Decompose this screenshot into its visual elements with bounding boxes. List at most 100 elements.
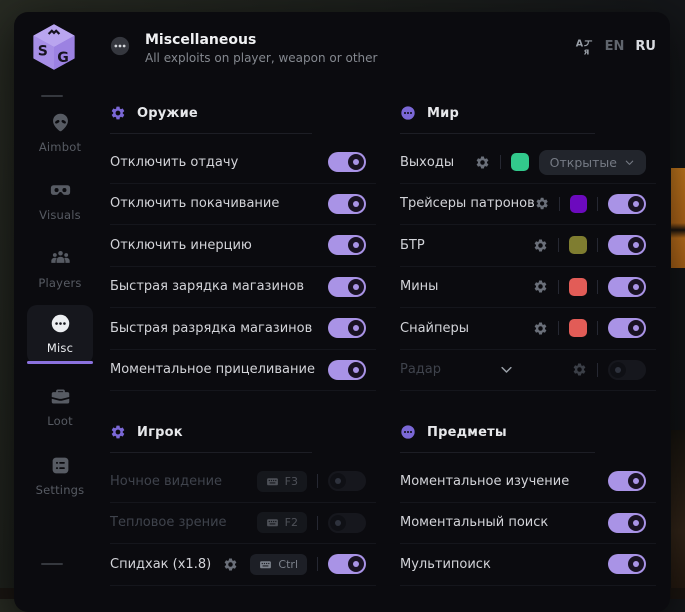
toggle[interactable]: [328, 471, 366, 491]
row-label: Снайперы: [400, 321, 469, 336]
gear-icon[interactable]: [533, 238, 548, 253]
setting-row: Выходы Открытые: [400, 142, 656, 184]
dots-icon: [400, 424, 416, 440]
gear-icon: [110, 105, 126, 121]
gear-icon[interactable]: [535, 196, 549, 211]
toggle[interactable]: [328, 235, 366, 255]
color-swatch[interactable]: [569, 319, 587, 337]
toggle[interactable]: [608, 194, 646, 214]
gear-icon: [110, 424, 126, 440]
toggle[interactable]: [608, 554, 646, 574]
toggle[interactable]: [608, 277, 646, 297]
sidebar-item-aimbot[interactable]: Aimbot: [27, 104, 93, 163]
divider: [597, 280, 598, 294]
toggle[interactable]: [328, 318, 366, 338]
sidebar-item-visuals[interactable]: Visuals: [27, 172, 93, 231]
divider: [597, 238, 598, 252]
gear-icon[interactable]: [223, 557, 238, 572]
row-label: Выходы: [400, 155, 454, 170]
toggle[interactable]: [608, 513, 646, 533]
toggle-row: Моментальный поиск: [400, 503, 656, 545]
section-world: Мир Выходы Открытые Трейсеры патронов БТ…: [400, 98, 656, 391]
toggle-row: Радар: [400, 350, 656, 392]
lang-en-button[interactable]: EN: [605, 39, 625, 54]
section-title: Оружие: [137, 106, 198, 121]
ellipsis-icon: [109, 35, 131, 57]
toggle[interactable]: [328, 152, 366, 172]
toggle[interactable]: [328, 554, 366, 574]
keyboard-icon: [266, 475, 279, 488]
toggle[interactable]: [608, 471, 646, 491]
divider: [400, 452, 595, 453]
hotkey-badge[interactable]: F2: [257, 512, 307, 533]
toggle[interactable]: [328, 277, 366, 297]
row-label: Моментальное прицеливание: [110, 362, 315, 377]
row-label: Радар: [400, 362, 441, 377]
gear-icon[interactable]: [533, 279, 548, 294]
sidebar-item-label: Loot: [47, 414, 73, 428]
row-label: Быстрая зарядка магазинов: [110, 279, 304, 294]
hotkey-badge[interactable]: Ctrl: [250, 554, 307, 575]
toggle[interactable]: [608, 235, 646, 255]
row-label: Мультипоиск: [400, 557, 491, 572]
lang-ru-button[interactable]: RU: [635, 39, 656, 54]
sidebar-item-players[interactable]: Players: [27, 240, 93, 299]
sidebar-item-label: Misc: [47, 341, 73, 355]
sidebar-item-loot[interactable]: Loot: [27, 378, 93, 437]
toggle-row: Отключить отдачу: [110, 142, 376, 184]
toggle-row: Спидхак (x1.8) Ctrl: [110, 544, 376, 586]
toggle[interactable]: [608, 360, 646, 380]
sidebar-divider: [41, 95, 63, 97]
section-title: Мир: [427, 106, 459, 121]
toggle-row: Мультипоиск: [400, 544, 656, 586]
toggle[interactable]: [328, 513, 366, 533]
row-label: Спидхак (x1.8): [110, 557, 211, 572]
divider: [597, 197, 598, 211]
divider: [110, 452, 312, 453]
divider: [317, 516, 318, 530]
row-label: Быстрая разрядка магазинов: [110, 321, 312, 336]
color-swatch[interactable]: [569, 278, 587, 296]
section-player: Игрок Ночное видение F3 Тепловое зрение …: [110, 417, 376, 586]
section-title: Предметы: [427, 425, 507, 440]
toggle-row: Отключить инерцию: [110, 225, 376, 267]
row-label: Ночное видение: [110, 474, 222, 489]
toggle[interactable]: [328, 360, 366, 380]
sidebar-item-label: Settings: [36, 483, 85, 497]
translate-icon[interactable]: [575, 37, 594, 56]
toggle[interactable]: [328, 194, 366, 214]
section-weapon: Оружие Отключить отдачу Отключить покачи…: [110, 98, 376, 391]
exits-dropdown[interactable]: Открытые: [539, 150, 646, 175]
toggle-row: БТР: [400, 225, 656, 267]
divider: [597, 321, 598, 335]
sidebar-item-label: Aimbot: [39, 140, 81, 154]
row-label: Тепловое зрение: [110, 515, 227, 530]
divider: [558, 321, 559, 335]
toggle-row: Тепловое зрение F2: [110, 503, 376, 545]
row-label: Отключить отдачу: [110, 155, 238, 170]
toggle-row: Снайперы: [400, 308, 656, 350]
color-swatch[interactable]: [570, 195, 587, 213]
divider: [559, 197, 560, 211]
section-title: Игрок: [137, 425, 183, 440]
hotkey-badge[interactable]: F3: [257, 471, 307, 492]
row-label: Отключить инерцию: [110, 238, 252, 253]
toggle-row: Быстрая разрядка магазинов: [110, 308, 376, 350]
sidebar-item-settings[interactable]: Settings: [27, 447, 93, 506]
goggles-icon: [50, 180, 71, 201]
color-swatch[interactable]: [569, 236, 587, 254]
background-ground: [671, 430, 685, 599]
chevron-down-icon[interactable]: [499, 362, 514, 377]
gear-icon[interactable]: [475, 155, 490, 170]
divider: [400, 133, 595, 134]
toggle-row: Ночное видение F3: [110, 461, 376, 503]
page-subtitle: All exploits on player, weapon or other: [145, 51, 377, 65]
toggle[interactable]: [608, 318, 646, 338]
row-label: Мины: [400, 279, 438, 294]
divider: [317, 474, 318, 488]
gear-icon[interactable]: [572, 362, 587, 377]
chevron-down-icon: [624, 157, 635, 168]
sidebar-item-misc[interactable]: Misc: [27, 305, 93, 364]
gear-icon[interactable]: [533, 321, 548, 336]
color-swatch[interactable]: [511, 153, 529, 171]
